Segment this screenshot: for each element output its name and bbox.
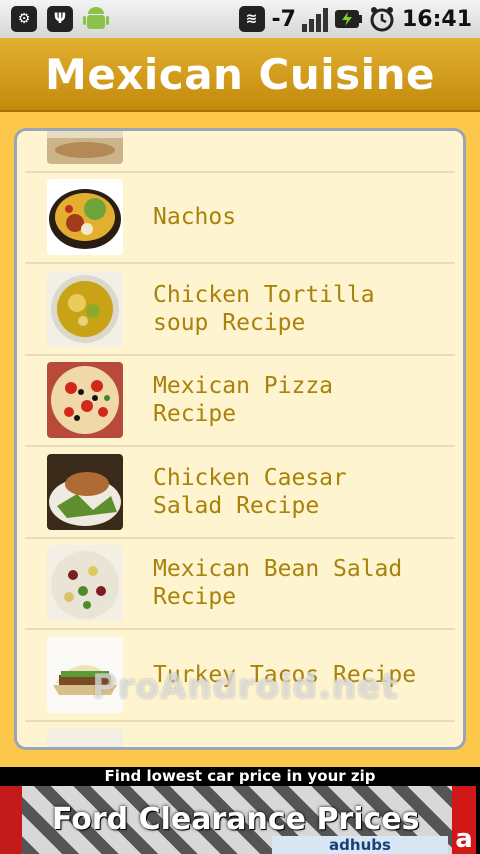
ad-brand: adhubs <box>272 836 448 854</box>
page-title: Mexican Cuisine <box>45 49 435 99</box>
list-item[interactable] <box>25 722 455 747</box>
android-icon <box>82 5 110 33</box>
list-item-label: Mexican Pizza Recipe <box>153 373 334 428</box>
list-item-label: Nachos <box>153 204 237 231</box>
food-thumbnail <box>47 728 123 747</box>
alarm-icon <box>368 5 396 33</box>
list-item[interactable]: Mexican Pizza Recipe <box>25 356 455 447</box>
battery-icon <box>334 5 362 33</box>
list-item[interactable]: Chicken Caesar Salad Recipe <box>25 447 455 539</box>
ad-corner: a <box>452 786 476 854</box>
ad-car-graphic <box>0 786 22 854</box>
list-item-label: Chicken Tortilla soup Recipe <box>153 281 375 336</box>
list-item[interactable] <box>25 131 455 173</box>
status-bar: ⚙ Ψ ≋ -7 16:41 <box>0 0 480 38</box>
recipe-list[interactable]: Nachos Chicken Tortilla soup Recipe Mexi… <box>14 128 466 750</box>
title-bar: Mexican Cuisine <box>0 38 480 112</box>
android-debug-icon: ⚙ <box>10 5 38 33</box>
clock: 16:41 <box>401 6 472 32</box>
ad-title: Ford Clearance Prices <box>52 802 420 837</box>
signal-icon <box>301 6 328 32</box>
list-item[interactable]: Nachos <box>25 173 455 264</box>
usb-icon: Ψ <box>46 5 74 33</box>
main-area: Nachos Chicken Tortilla soup Recipe Mexi… <box>0 112 480 767</box>
list-item-label: Chicken Caesar Salad Recipe <box>153 464 347 519</box>
wifi-icon: ≋ <box>238 5 266 33</box>
food-thumbnail <box>47 362 123 439</box>
watermark: ProAndroid.net <box>92 667 399 707</box>
list-item-label: Mexican Bean Salad Recipe <box>153 556 403 611</box>
list-item[interactable]: Mexican Bean Salad Recipe <box>25 539 455 630</box>
list-item[interactable]: Chicken Tortilla soup Recipe <box>25 264 455 356</box>
food-thumbnail <box>47 270 123 347</box>
food-thumbnail <box>47 131 123 164</box>
ad-image[interactable]: Ford Clearance Prices adhubs a <box>0 786 476 854</box>
ad-banner[interactable]: Find lowest car price in your zip Ford C… <box>0 767 480 854</box>
food-thumbnail <box>47 545 123 622</box>
food-thumbnail <box>47 179 123 256</box>
signal-value: -7 <box>271 6 296 32</box>
food-thumbnail <box>47 453 123 530</box>
ad-tagline: Find lowest car price in your zip <box>104 767 376 785</box>
